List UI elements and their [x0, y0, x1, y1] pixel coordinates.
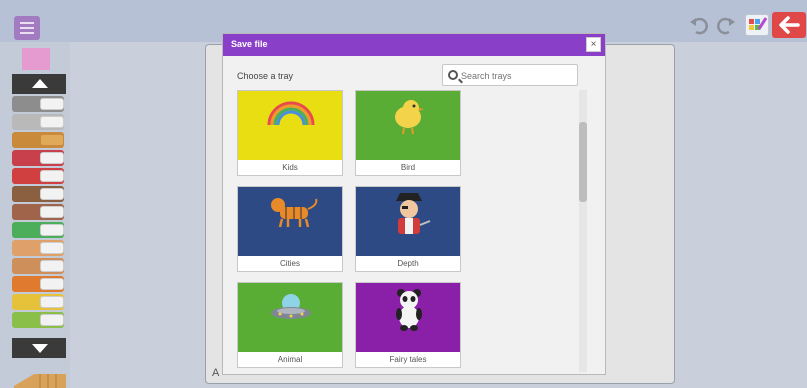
canvas-corner-mark: A [212, 367, 220, 379]
tray-caption: Cities [279, 259, 300, 268]
close-icon[interactable]: × [586, 37, 601, 52]
tray-card-bird[interactable]: Bird [355, 90, 461, 176]
crayon-icon[interactable] [14, 368, 66, 388]
redo-icon[interactable] [715, 14, 737, 36]
brush-tool-6[interactable] [12, 186, 64, 202]
ufo-icon [238, 283, 342, 352]
back-arrow-icon[interactable] [772, 12, 806, 38]
scroll-up-button[interactable] [12, 74, 66, 94]
tiger-icon [238, 187, 342, 256]
brush-tool-10[interactable] [12, 258, 64, 274]
search-icon [448, 70, 458, 80]
brush-tool-9[interactable] [12, 240, 64, 256]
brush-tool-1[interactable] [12, 96, 64, 112]
current-color-swatch[interactable] [22, 48, 50, 70]
brush-tool-7[interactable] [12, 204, 64, 220]
brush-tool-8[interactable] [12, 222, 64, 238]
tray-card-depth[interactable]: Depth [355, 186, 461, 272]
chick-icon [356, 91, 460, 160]
dialog-scrollbar[interactable] [579, 90, 587, 372]
scroll-down-button[interactable] [12, 338, 66, 358]
tray-card-animal[interactable]: Animal [237, 282, 343, 368]
tray-card-fairy-tales[interactable]: Fairy tales [355, 282, 461, 368]
scrollbar-thumb[interactable] [579, 122, 587, 202]
save-file-dialog: Save file × Choose a tray Kids [222, 33, 606, 375]
tray-caption: Fairy tales [389, 355, 427, 364]
dialog-title: Save file [231, 39, 268, 49]
choose-tray-label: Choose a tray [237, 71, 294, 81]
pirate-icon [356, 187, 460, 256]
undo-icon[interactable] [688, 14, 710, 36]
tray-caption: Bird [400, 163, 416, 172]
panda-icon [356, 283, 460, 352]
dialog-titlebar: Save file × [223, 34, 605, 56]
search-input[interactable] [461, 69, 573, 82]
hamburger-icon[interactable] [14, 16, 40, 40]
rainbow-icon [238, 91, 342, 160]
brush-tool-3[interactable] [12, 132, 64, 148]
tray-caption: Animal [277, 355, 303, 364]
brush-tool-4[interactable] [12, 150, 64, 166]
tray-caption: Kids [282, 163, 298, 172]
brush-tool-5[interactable] [12, 168, 64, 184]
tray-search[interactable] [442, 64, 578, 86]
brush-tool-2[interactable] [12, 114, 64, 130]
brush-tool-13[interactable] [12, 312, 64, 328]
tray-card-cities[interactable]: Cities [237, 186, 343, 272]
tray-grid: Kids Bird Cities Depth Animal Fairy tale… [237, 90, 577, 372]
palette-icon[interactable] [745, 14, 769, 36]
brush-tool-12[interactable] [12, 294, 64, 310]
tray-card-kids[interactable]: Kids [237, 90, 343, 176]
tool-sidebar [0, 42, 70, 388]
tray-caption: Depth [397, 259, 419, 268]
brush-tool-11[interactable] [12, 276, 64, 292]
